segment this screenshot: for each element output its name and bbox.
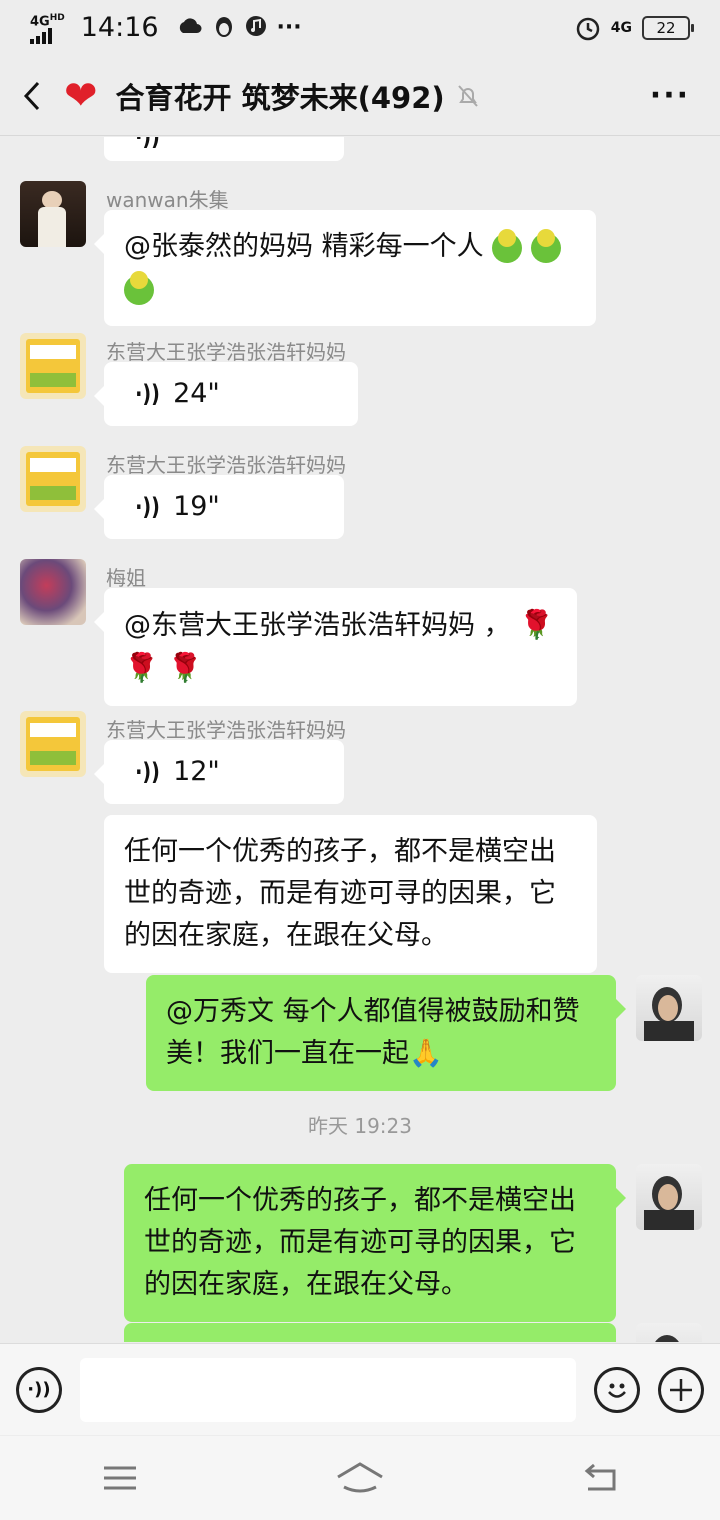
smile-emoji-icon <box>492 228 523 263</box>
battery-level: 22 <box>656 19 676 37</box>
network-sub: HD <box>49 12 65 23</box>
chat-area[interactable]: ·)) wanwan朱集 @张泰然的妈妈 精彩每一个人 东营大王张学浩张浩轩妈妈… <box>0 137 720 1342</box>
message-text: @张泰然的妈妈 精彩每一个人 <box>124 231 484 262</box>
voice-duration: 19" <box>173 491 220 522</box>
voice-duration: 24" <box>173 378 220 409</box>
voice-wave-icon: ·)) <box>27 1379 51 1400</box>
own-avatar[interactable] <box>636 1164 702 1230</box>
rose-emoji-icon: 🌹 <box>124 651 159 684</box>
more-options-button[interactable]: ··· <box>650 78 690 113</box>
avatar[interactable] <box>20 446 86 512</box>
message-text: @万秀文 每个人都值得被鼓励和赞美！我们一直在一起🙏 <box>166 996 580 1069</box>
back-nav-button[interactable] <box>570 1448 630 1508</box>
emoji-button[interactable] <box>594 1366 641 1413</box>
voice-message[interactable]: ·)) 12" <box>94 740 344 804</box>
voice-input-button[interactable]: ·)) <box>16 1366 62 1413</box>
text-message[interactable]: @张泰然的妈妈 精彩每一个人 <box>94 210 596 326</box>
sender-name: 东营大王张学浩张浩轩妈妈 <box>106 453 346 477</box>
status-time: 14:16 <box>80 12 159 44</box>
battery-icon: 22 <box>642 16 694 40</box>
chevron-left-icon <box>23 81 40 110</box>
message-input[interactable] <box>79 1357 577 1422</box>
message-text: 任何一个优秀的孩子，都不是横空出世的奇迹，而是有迹可寻的因果，它的因在家庭，在跟… <box>144 1185 576 1300</box>
own-avatar[interactable] <box>636 1323 702 1342</box>
voice-wave-icon: ·)) <box>135 493 160 521</box>
own-text-message-partial[interactable] <box>124 1323 616 1342</box>
message-text: 任何一个优秀的孩子，都不是横空出世的奇迹，而是有迹可寻的因果，它的因在家庭，在跟… <box>124 836 556 951</box>
sender-name: 梅姐 <box>106 566 146 590</box>
more-functions-button[interactable] <box>658 1366 704 1413</box>
alarm-icon <box>576 17 600 41</box>
input-bar: ·)) <box>0 1343 720 1435</box>
return-icon <box>584 1463 616 1491</box>
voice-message-partial[interactable]: ·)) <box>104 137 344 161</box>
text-message[interactable]: 任何一个优秀的孩子，都不是横空出世的奇迹，而是有迹可寻的因果，它的因在家庭，在跟… <box>104 815 597 973</box>
avatar[interactable] <box>20 181 86 247</box>
mute-bell-icon <box>457 84 478 107</box>
voice-duration: 12" <box>173 756 220 787</box>
own-avatar[interactable] <box>636 975 702 1041</box>
back-button[interactable] <box>0 56 64 136</box>
smile-emoji-icon <box>124 270 154 305</box>
own-text-message[interactable]: 任何一个优秀的孩子，都不是横空出世的奇迹，而是有迹可寻的因果，它的因在家庭，在跟… <box>124 1164 626 1322</box>
own-text-message[interactable]: @万秀文 每个人都值得被鼓励和赞美！我们一直在一起🙏 <box>146 975 626 1091</box>
message-text: @东营大王张学浩张浩轩妈妈 ， <box>124 610 511 641</box>
rose-emoji-icon: 🌹 <box>167 651 203 684</box>
plus-icon <box>670 1378 693 1401</box>
rose-emoji-icon: 🌹 <box>519 608 555 641</box>
music-icon <box>245 16 266 37</box>
chat-header: ❤ 合育花开 筑梦未来(492) ··· <box>0 56 720 136</box>
text-message[interactable]: @东营大王张学浩张浩轩妈妈 ， 🌹 🌹 🌹 <box>94 588 577 706</box>
system-nav-bar <box>0 1436 720 1520</box>
menu-icon <box>104 1466 136 1490</box>
status-bar: 4GHD 14:16 ··· 4G 22 <box>0 0 720 56</box>
smiley-icon <box>608 1383 627 1398</box>
voice-wave-icon: ·)) <box>135 758 160 786</box>
sender-name: 东营大王张学浩张浩轩妈妈 <box>106 340 346 364</box>
signal-icon <box>30 28 52 45</box>
avatar[interactable] <box>20 711 86 777</box>
voice-message[interactable]: ·)) 19" <box>94 475 344 539</box>
status-more: ··· <box>276 15 302 41</box>
penguin-icon <box>215 17 232 38</box>
network-right: 4G <box>610 20 632 36</box>
home-icon <box>337 1462 383 1493</box>
network-type: 4G <box>30 14 50 30</box>
voice-wave-icon: ·)) <box>135 380 160 408</box>
voice-wave-icon: ·)) <box>135 137 160 151</box>
timestamp: 昨天 19:23 <box>308 1114 412 1138</box>
menu-button[interactable] <box>90 1448 150 1508</box>
avatar[interactable] <box>20 559 86 625</box>
heart-icon: ❤ <box>64 72 98 119</box>
voice-message[interactable]: ·)) 24" <box>94 362 358 426</box>
home-button[interactable] <box>330 1448 390 1508</box>
avatar[interactable] <box>20 333 86 399</box>
sender-name: wanwan朱集 <box>106 188 229 212</box>
cloud-icon <box>179 18 202 34</box>
smile-emoji-icon <box>530 228 561 263</box>
signal-indicator: 4GHD <box>30 12 65 45</box>
chat-title: 合育花开 筑梦未来(492) <box>115 80 445 115</box>
sender-name: 东营大王张学浩张浩轩妈妈 <box>106 718 346 742</box>
